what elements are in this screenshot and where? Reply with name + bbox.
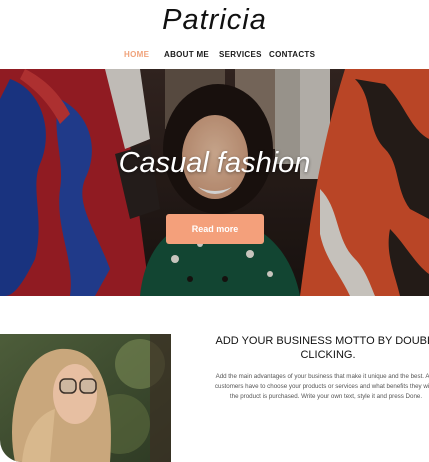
- about-description: Add the main advantages of your business…: [206, 372, 429, 402]
- hero-title: Casual fashion: [118, 147, 311, 179]
- main-nav: HOME ABOUT ME SERVICES CONTACTS: [0, 50, 429, 64]
- nav-services[interactable]: SERVICES: [219, 50, 262, 59]
- nav-about-me[interactable]: ABOUT ME: [164, 50, 209, 59]
- hero-background-image: [0, 69, 429, 296]
- description-line: customers have to choose your products o…: [214, 383, 429, 390]
- nav-home[interactable]: HOME: [124, 50, 149, 59]
- site-logo[interactable]: Patricia: [0, 4, 429, 37]
- description-line: the product is purchased. Write your own…: [229, 393, 423, 400]
- site-header: Patricia HOME ABOUT ME SERVICES CONTACTS: [0, 0, 429, 69]
- hero-section: Casual fashion Read more: [0, 69, 429, 296]
- about-photo: [0, 334, 171, 462]
- read-more-button[interactable]: Read more: [166, 214, 264, 244]
- description-line: Add the main advantages of your business…: [215, 373, 429, 380]
- motto-line: ADD YOUR BUSINESS MOTTO BY DOUBLE: [215, 335, 429, 347]
- nav-contacts[interactable]: CONTACTS: [269, 50, 315, 59]
- woman-portrait-image: [0, 334, 171, 462]
- business-motto-heading: ADD YOUR BUSINESS MOTTO BY DOUBLE CLICKI…: [213, 334, 429, 362]
- motto-line: CLICKING.: [300, 349, 356, 361]
